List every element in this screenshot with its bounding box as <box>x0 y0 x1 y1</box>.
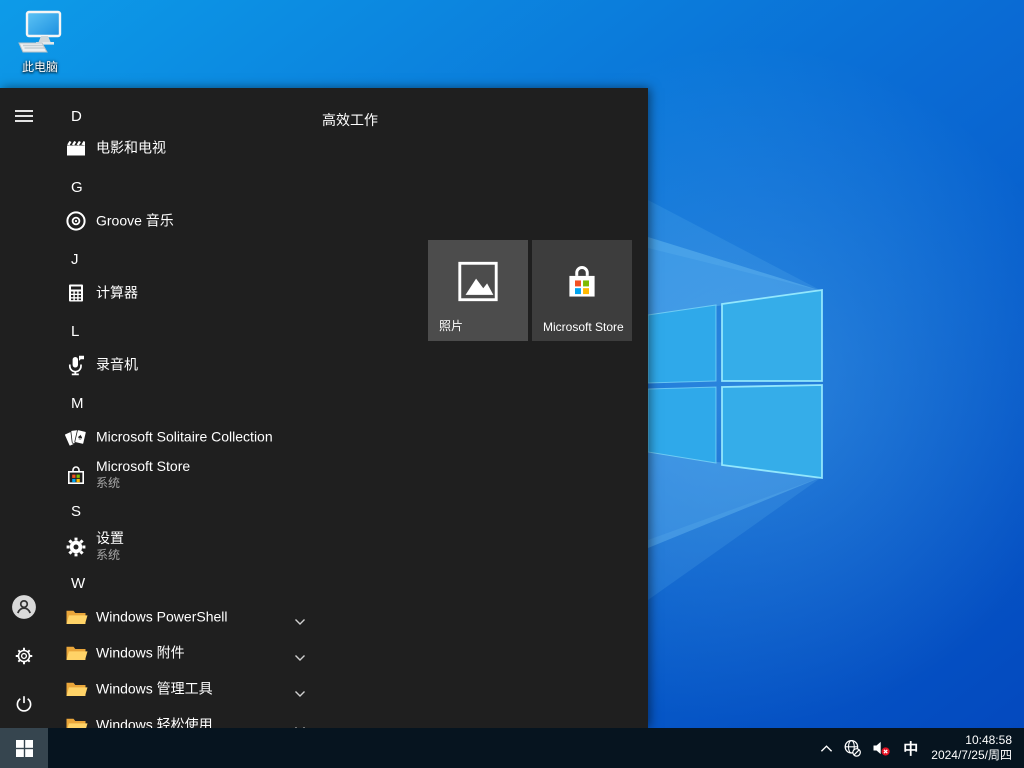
photos-icon <box>455 259 501 310</box>
solitaire-icon: ♠ <box>64 425 88 449</box>
tile-group-title[interactable]: 高效工作 <box>322 110 378 130</box>
tile-microsoft-store[interactable]: Microsoft Store <box>532 240 632 341</box>
chevron-down-icon[interactable] <box>294 613 306 621</box>
speaker-muted-icon <box>872 740 891 757</box>
desktop-icon-this-pc[interactable]: 此电脑 <box>8 10 72 78</box>
network-status-button[interactable] <box>838 728 867 768</box>
store-bag-icon <box>561 260 603 309</box>
start-button[interactable] <box>0 728 48 768</box>
show-hidden-icons-button[interactable] <box>815 728 838 768</box>
this-pc-icon <box>16 10 64 56</box>
folder-icon <box>64 713 88 728</box>
chevron-down-icon[interactable] <box>294 721 306 728</box>
letter-header-j[interactable]: J <box>50 247 330 271</box>
tile-photos[interactable]: 照片 <box>428 240 528 341</box>
letter-label: L <box>71 323 79 340</box>
letter-header-m[interactable]: M <box>50 391 330 415</box>
ime-indicator[interactable]: 中 <box>896 728 925 768</box>
globe-no-internet-icon <box>843 739 862 757</box>
app-label: 电影和电视 <box>96 140 166 157</box>
app-subtitle: 系统 <box>96 547 124 564</box>
letter-header-g[interactable]: G <box>50 175 330 199</box>
folder-icon <box>64 605 88 629</box>
user-icon <box>11 594 37 620</box>
chevron-down-icon[interactable] <box>294 649 306 657</box>
folder-label: Windows 轻松使用 <box>96 717 213 729</box>
letter-header-s[interactable]: S <box>50 499 330 523</box>
desktop-icon-label: 此电脑 <box>22 58 58 75</box>
app-label: 计算器 <box>96 285 138 302</box>
start-menu-tile-area: 高效工作 照片 <box>322 88 648 728</box>
system-tray: 中 10:48:58 2024/7/25/周四 <box>815 728 1024 768</box>
expand-menu-button[interactable] <box>0 92 48 140</box>
letter-label: W <box>71 575 85 592</box>
letter-label: S <box>71 503 81 520</box>
app-label: Microsoft Store <box>96 458 190 475</box>
calculator-icon <box>64 281 88 305</box>
power-icon <box>13 693 35 715</box>
folder-icon <box>64 677 88 701</box>
folder-label: Windows 管理工具 <box>96 681 213 698</box>
settings-gear-icon <box>64 535 88 559</box>
folder-icon <box>64 641 88 665</box>
letter-header-w[interactable]: W <box>50 571 330 595</box>
settings-rail-button[interactable] <box>0 632 48 680</box>
volume-button[interactable] <box>867 728 896 768</box>
app-label: 录音机 <box>96 357 138 374</box>
groove-music-icon <box>64 209 88 233</box>
app-label: 设置 <box>96 530 124 547</box>
letter-header-l[interactable]: L <box>50 319 330 343</box>
windows-desktop: 此电脑 <box>0 0 1024 768</box>
letter-label: G <box>71 179 83 196</box>
windows-logo-icon <box>16 740 33 757</box>
chevron-down-icon[interactable] <box>294 685 306 693</box>
taskbar-clock[interactable]: 10:48:58 2024/7/25/周四 <box>925 733 1016 763</box>
start-menu: D 电影和电视 G <box>0 88 648 728</box>
letter-header-d[interactable]: D <box>50 104 330 128</box>
power-button[interactable] <box>0 680 48 728</box>
gear-icon <box>13 645 35 667</box>
letter-label: M <box>71 395 84 412</box>
taskbar: 中 10:48:58 2024/7/25/周四 <box>0 728 1024 768</box>
letter-label: D <box>71 108 82 125</box>
app-label: Microsoft Solitaire Collection <box>96 429 273 446</box>
start-menu-rail <box>0 88 50 728</box>
letter-label: J <box>71 251 79 268</box>
folder-label: Windows 附件 <box>96 645 185 662</box>
app-subtitle: 系统 <box>96 475 190 492</box>
clock-date: 2024/7/25/周四 <box>931 748 1012 763</box>
user-account-button[interactable] <box>0 583 48 631</box>
tile-label: 照片 <box>439 317 463 334</box>
app-label: Groove 音乐 <box>96 213 174 230</box>
hamburger-icon <box>14 109 34 123</box>
folder-label: Windows PowerShell <box>96 609 228 626</box>
voice-recorder-icon <box>64 353 88 377</box>
movies-tv-icon <box>64 136 88 160</box>
tile-label: Microsoft Store <box>543 320 624 334</box>
store-bag-icon <box>64 463 88 487</box>
clock-time: 10:48:58 <box>965 733 1012 748</box>
chevron-up-icon <box>820 744 833 753</box>
